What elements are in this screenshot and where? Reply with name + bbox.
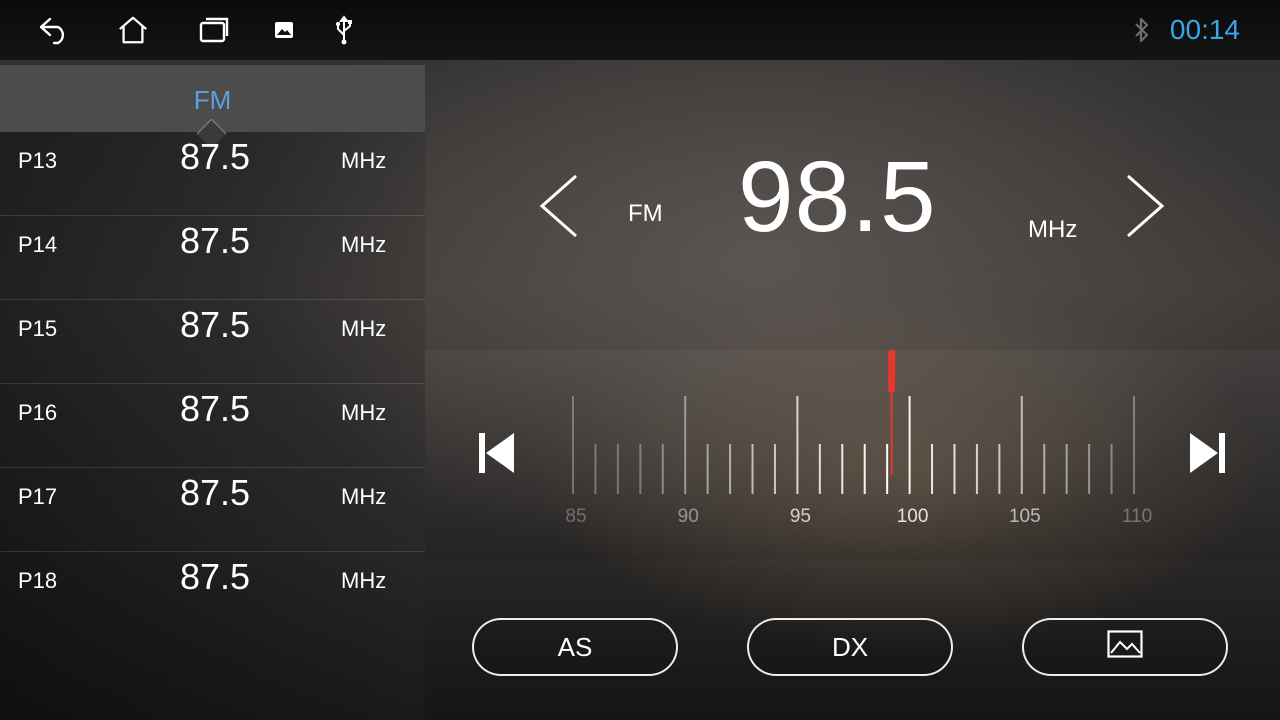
- preset-frequency: 87.5: [180, 136, 251, 177]
- preset-item[interactable]: P13 87.5 MHz: [0, 132, 425, 216]
- preset-item[interactable]: P14 87.5 MHz: [0, 216, 425, 300]
- tuning-dial[interactable]: 85 90 95 100 105 110: [560, 345, 1160, 535]
- dial-label: 105: [1009, 506, 1041, 527]
- back-icon[interactable]: [38, 14, 70, 46]
- preset-list: P13 87.5 MHz P14 87.5 MHz P15 87.5 MHz P…: [0, 132, 425, 635]
- bluetooth-icon: [1132, 16, 1152, 49]
- dial-label: 110: [1122, 506, 1152, 527]
- as-button[interactable]: AS: [472, 618, 678, 676]
- current-frequency: 98.5: [738, 141, 937, 253]
- home-icon[interactable]: [117, 14, 149, 46]
- recent-apps-icon[interactable]: [198, 14, 230, 46]
- wallpaper-button[interactable]: [1022, 618, 1228, 676]
- dial-label: 95: [790, 506, 811, 527]
- preset-unit: MHz: [341, 484, 387, 509]
- status-bar: 00:14: [0, 0, 1280, 60]
- frequency-unit: MHz: [1028, 216, 1078, 243]
- dial-label: 90: [678, 506, 699, 527]
- chevron-left-icon[interactable]: [536, 172, 582, 245]
- preset-name: P13: [18, 148, 58, 173]
- preset-item[interactable]: P15 87.5 MHz: [0, 300, 425, 384]
- skip-next-icon[interactable]: [1188, 432, 1228, 479]
- preset-unit: MHz: [341, 568, 387, 593]
- band-label: FM: [628, 200, 663, 227]
- preset-unit: MHz: [341, 316, 387, 341]
- preset-name: P16: [18, 400, 58, 425]
- preset-name: P17: [18, 484, 58, 509]
- preset-frequency: 87.5: [180, 556, 251, 597]
- dial-label: 100: [897, 506, 929, 527]
- image-icon: [1107, 629, 1143, 665]
- dial-label: 85: [565, 506, 586, 527]
- band-tab-label: FM: [193, 85, 232, 115]
- skip-previous-icon[interactable]: [476, 432, 516, 479]
- clock: 00:14: [1169, 14, 1240, 45]
- preset-frequency: 87.5: [180, 472, 251, 513]
- preset-frequency: 87.5: [180, 388, 251, 429]
- preset-panel: FM P13 87.5 MHz P14 87.5 MHz P15 87.5 MH…: [0, 65, 425, 720]
- preset-unit: MHz: [341, 232, 387, 257]
- preset-item[interactable]: P16 87.5 MHz: [0, 384, 425, 468]
- preset-name: P14: [18, 232, 58, 257]
- image-icon[interactable]: [268, 14, 300, 46]
- preset-name: P15: [18, 316, 58, 341]
- tuning-needle-handle[interactable]: [888, 350, 896, 392]
- chevron-right-icon[interactable]: [1122, 172, 1168, 245]
- preset-unit: MHz: [341, 400, 387, 425]
- preset-frequency: 87.5: [180, 220, 251, 261]
- preset-unit: MHz: [341, 148, 387, 173]
- usb-icon[interactable]: [328, 14, 360, 46]
- preset-frequency: 87.5: [180, 304, 251, 345]
- preset-item[interactable]: P17 87.5 MHz: [0, 468, 425, 552]
- preset-name: P18: [18, 568, 58, 593]
- dx-button[interactable]: DX: [747, 618, 953, 676]
- preset-item[interactable]: P18 87.5 MHz: [0, 552, 425, 635]
